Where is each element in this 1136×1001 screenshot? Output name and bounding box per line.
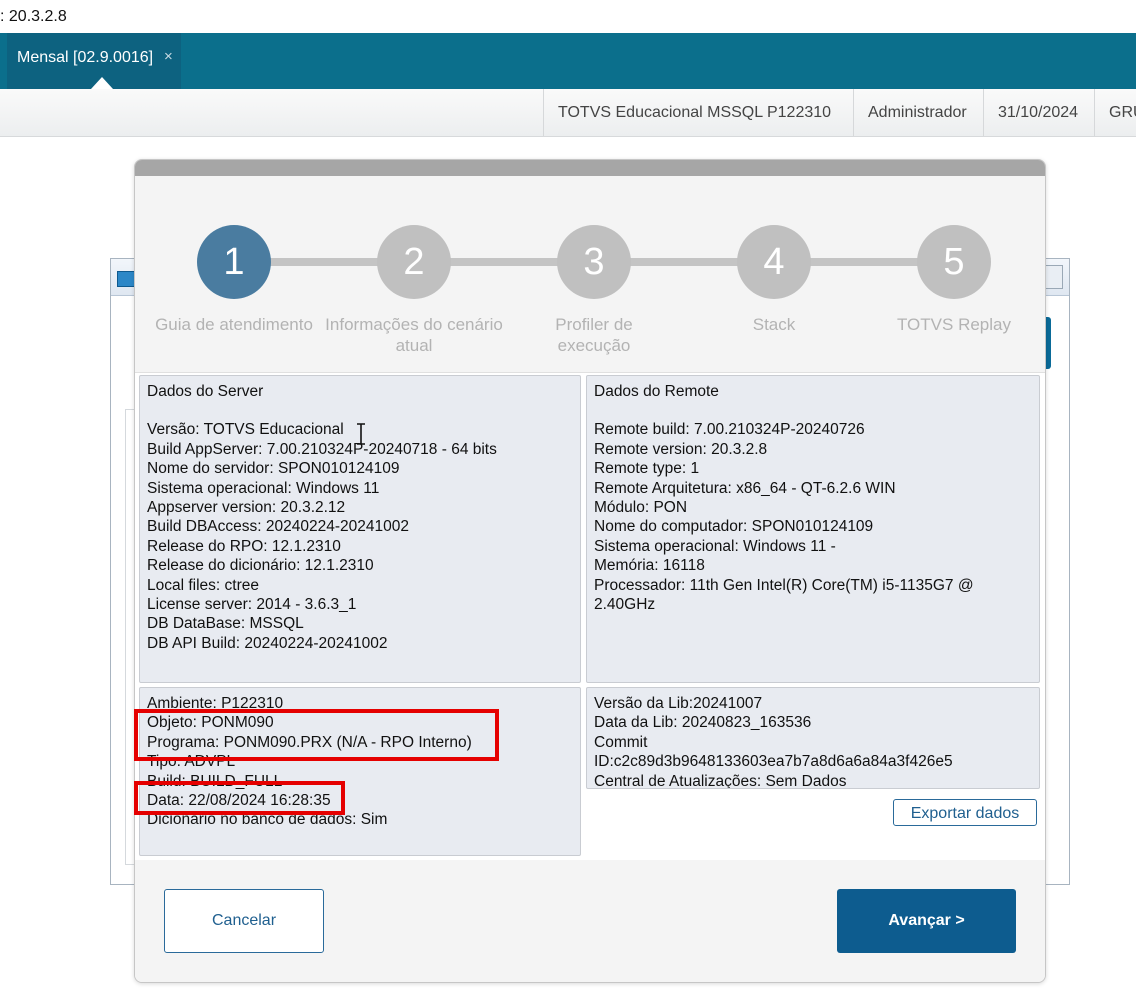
program-line: Objeto: PONM090: [147, 714, 274, 732]
step-3-circle[interactable]: 3: [557, 225, 631, 299]
program-line: Ambiente: P122310: [147, 695, 284, 712]
server-line: DB DataBase: MSSQL: [147, 615, 304, 633]
server-panel-title: Dados do Server: [147, 383, 264, 400]
step-4-label: Stack: [752, 315, 796, 334]
program-line: Programa: PONM090.PRX (N/A - RPO Interno…: [147, 733, 472, 751]
step-2-label: Informações do cenário atual: [325, 315, 503, 355]
modal-top-bar: [135, 160, 1045, 176]
next-button[interactable]: Avançar >: [837, 889, 1016, 953]
step-1-circle[interactable]: 1: [197, 225, 271, 299]
window-app-icon: [117, 271, 135, 287]
status-user[interactable]: Administrador: [853, 89, 981, 136]
lib-line: Data da Lib: 20240823_163536: [594, 714, 812, 732]
remote-line: Remote type: 1: [594, 460, 700, 478]
status-bar: TOTVS Educacional MSSQL P122310 Administ…: [0, 89, 1136, 137]
server-line: Build DBAccess: 20240224-20241002: [147, 518, 409, 536]
export-data-button[interactable]: Exportar dados: [893, 799, 1037, 826]
remote-line: Nome do computador: SPON010124109: [594, 518, 874, 536]
program-line: Dicionário no banco de dados: Sim: [147, 811, 388, 829]
server-line: Local files: ctree: [147, 576, 259, 594]
server-line: DB API Build: 20240224-20241002: [147, 634, 388, 652]
lib-line: ID:c2c89d3b9648133603ea7b7a8d6a6a84a3f42…: [594, 753, 953, 771]
server-line: Sistema operacional: Windows 11: [147, 479, 380, 497]
step-4-circle[interactable]: 4: [737, 225, 811, 299]
server-line: Nome do servidor: SPON010124109: [147, 460, 400, 478]
step-5-label: TOTVS Replay: [896, 315, 1011, 334]
cancel-button[interactable]: Cancelar: [164, 889, 324, 953]
server-line: License server: 2014 - 3.6.3_1: [147, 596, 357, 614]
remote-line: Processador: 11th Gen Intel(R) Core(TM) …: [594, 576, 974, 614]
remote-line: Sistema operacional: Windows 11 -: [594, 537, 836, 555]
tab-mensal[interactable]: Mensal [02.9.0016] ×: [7, 33, 181, 89]
remote-line: Módulo: PON: [594, 499, 688, 517]
remote-line: Remote build: 7.00.210324P-20240726: [594, 421, 865, 439]
support-wizard-modal: 1 Guia de atendimento 2 Informações do c…: [134, 159, 1046, 983]
program-line: Data: 22/08/2024 16:28:35: [147, 792, 331, 810]
step-5-circle[interactable]: 5: [917, 225, 991, 299]
remote-panel-title: Dados do Remote: [594, 383, 719, 400]
active-tab-indicator: [91, 77, 113, 89]
tab-bar: Mensal [02.9.0016] ×: [0, 33, 1136, 89]
tab-close-icon[interactable]: ×: [164, 48, 173, 65]
wizard-content: Dados do Server Versão: TOTVS Educaciona…: [135, 372, 1045, 861]
step-2-circle[interactable]: 2: [377, 225, 451, 299]
lib-line: Versão da Lib:20241007: [594, 695, 763, 712]
server-line: Release do dicionário: 12.1.2310: [147, 557, 374, 575]
program-line: Tipo: ADVPL: [147, 753, 236, 771]
wizard-stepper: 1 Guia de atendimento 2 Informações do c…: [135, 176, 1045, 372]
lib-line: Central de Atualizações: Sem Dados: [594, 772, 847, 789]
server-line: Release do RPO: 12.1.2310: [147, 537, 341, 555]
remote-line: Remote version: 20.3.2.8: [594, 440, 768, 458]
server-data-panel: Dados do Server Versão: TOTVS Educaciona…: [139, 375, 581, 683]
remote-line: Memória: 16118: [594, 557, 705, 575]
status-environment[interactable]: TOTVS Educacional MSSQL P122310: [543, 89, 845, 136]
lib-data-panel: Versão da Lib:20241007 Data da Lib: 2024…: [586, 687, 1040, 789]
status-group[interactable]: GRU: [1094, 89, 1136, 136]
program-data-panel: Ambiente: P122310 Objeto: PONM090 Progra…: [139, 687, 581, 856]
program-line: Build: BUILD_FULL: [147, 772, 283, 790]
wizard-footer: Cancelar Avançar >: [135, 860, 1045, 982]
lib-line: Commit: [594, 733, 648, 751]
version-line: : 20.3.2.8: [0, 8, 67, 25]
remote-line: Remote Arquitetura: x86_64 - QT-6.2.6 WI…: [594, 479, 896, 497]
server-line: Appserver version: 20.3.2.12: [147, 499, 346, 517]
tab-label: Mensal [02.9.0016]: [17, 49, 154, 66]
remote-data-panel: Dados do Remote Remote build: 7.00.21032…: [586, 375, 1040, 683]
text-cursor-icon: [357, 423, 365, 445]
status-date[interactable]: 31/10/2024: [983, 89, 1092, 136]
step-3-label: Profiler de execução: [555, 315, 633, 355]
window-control-icon[interactable]: [1043, 265, 1063, 289]
step-1-label: Guia de atendimento: [155, 315, 313, 334]
